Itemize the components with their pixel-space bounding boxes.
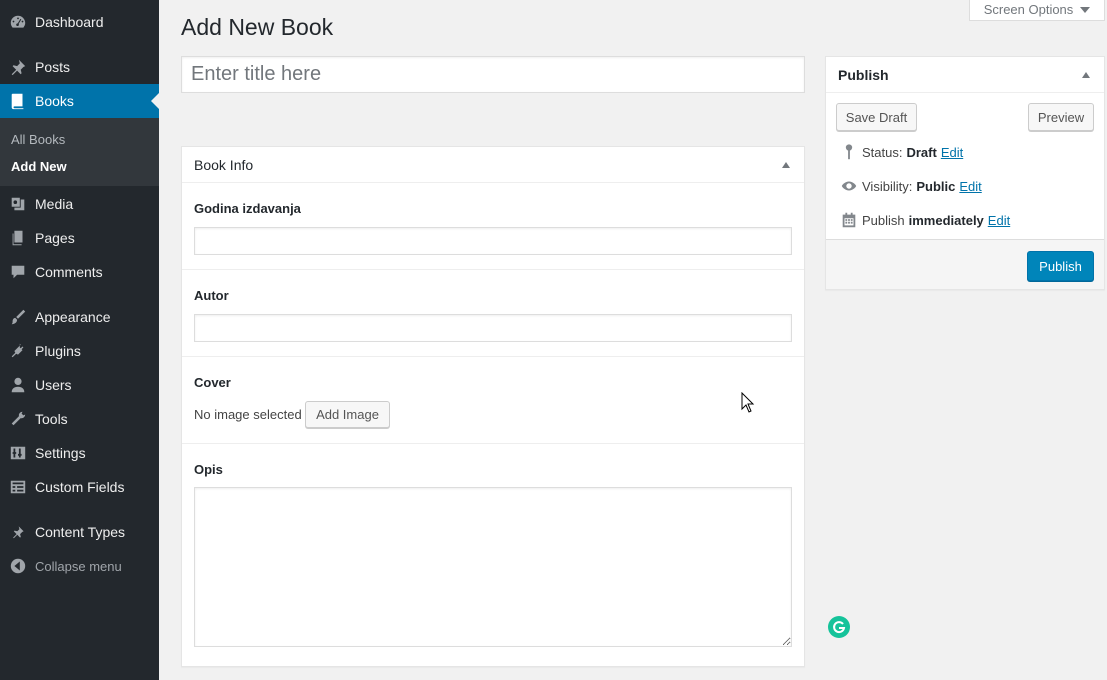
book-info-heading: Book Info bbox=[194, 156, 254, 173]
pin-icon bbox=[0, 515, 35, 549]
toggle-panel-icon[interactable] bbox=[1082, 72, 1090, 78]
preview-button[interactable]: Preview bbox=[1028, 103, 1094, 131]
caret-down-icon bbox=[1080, 6, 1091, 13]
schedule-row: Publish immediately Edit bbox=[836, 211, 1010, 229]
visibility-value: Public bbox=[916, 178, 956, 194]
field-cover: Cover No image selected Add Image bbox=[182, 357, 804, 444]
opis-textarea[interactable] bbox=[194, 487, 792, 647]
mouse-cursor-icon bbox=[741, 392, 755, 413]
menu-label-appearance: Appearance bbox=[35, 309, 111, 325]
add-image-button[interactable]: Add Image bbox=[305, 401, 390, 428]
no-image-text: No image selected bbox=[194, 407, 302, 422]
visibility-row: Visibility: Public Edit bbox=[836, 177, 982, 195]
book-info-header[interactable]: Book Info bbox=[182, 147, 804, 183]
field-autor: Autor bbox=[182, 270, 804, 357]
status-row: Status: Draft Edit bbox=[836, 143, 963, 161]
menu-label-pages: Pages bbox=[35, 230, 75, 246]
screen-options-toggle[interactable]: Screen Options bbox=[969, 0, 1105, 21]
books-submenu: All Books Add New bbox=[0, 118, 159, 186]
edit-status-link[interactable]: Edit bbox=[941, 145, 963, 160]
edit-schedule-link[interactable]: Edit bbox=[988, 213, 1010, 228]
collapse-menu-label: Collapse menu bbox=[35, 558, 122, 574]
submenu-add-new[interactable]: Add New bbox=[11, 159, 67, 174]
menu-label-content-types: Content Types bbox=[35, 524, 126, 540]
pages-icon bbox=[0, 221, 35, 255]
dashboard-icon bbox=[0, 5, 35, 39]
menu-label-dashboard: Dashboard bbox=[35, 14, 104, 30]
table-icon bbox=[0, 470, 35, 504]
wrench-icon bbox=[0, 402, 35, 436]
publish-metabox: Publish Save Draft Preview Status: Draft… bbox=[825, 56, 1105, 290]
field-label: Cover bbox=[194, 375, 231, 390]
grammarly-icon[interactable] bbox=[828, 616, 850, 638]
page-title: Add New Book bbox=[181, 14, 334, 40]
admin-sidebar: Dashboard Posts Books All Books Add New … bbox=[0, 0, 159, 680]
field-opis: Opis bbox=[182, 444, 804, 666]
menu-item-dashboard[interactable]: Dashboard bbox=[0, 5, 159, 39]
submenu-all-books[interactable]: All Books bbox=[11, 132, 65, 147]
plug-icon bbox=[0, 334, 35, 368]
toggle-panel-icon[interactable] bbox=[782, 162, 790, 168]
schedule-label: Publish bbox=[862, 212, 905, 228]
settings-icon bbox=[0, 436, 35, 470]
autor-input[interactable] bbox=[194, 314, 792, 342]
menu-label-users: Users bbox=[35, 377, 72, 393]
menu-item-posts[interactable]: Posts bbox=[0, 50, 159, 84]
menu-item-media[interactable]: Media bbox=[0, 187, 159, 221]
save-draft-button[interactable]: Save Draft bbox=[836, 103, 917, 131]
brush-icon bbox=[0, 300, 35, 334]
collapse-arrow-icon bbox=[0, 549, 35, 583]
field-godina-izdavanja: Godina izdavanja bbox=[182, 184, 804, 270]
status-label: Status: bbox=[862, 144, 903, 160]
calendar-icon bbox=[836, 211, 862, 229]
field-label: Godina izdavanja bbox=[194, 201, 301, 216]
field-label: Autor bbox=[194, 288, 229, 303]
visibility-label: Visibility: bbox=[862, 178, 913, 194]
menu-item-users[interactable]: Users bbox=[0, 368, 159, 402]
media-icon bbox=[0, 187, 35, 221]
menu-label-plugins: Plugins bbox=[35, 343, 81, 359]
key-icon bbox=[836, 143, 862, 161]
menu-item-appearance[interactable]: Appearance bbox=[0, 300, 159, 334]
menu-item-pages[interactable]: Pages bbox=[0, 221, 159, 255]
menu-label-books: Books bbox=[35, 93, 74, 109]
menu-item-settings[interactable]: Settings bbox=[0, 436, 159, 470]
menu-item-custom-fields[interactable]: Custom Fields bbox=[0, 470, 159, 504]
title-input[interactable] bbox=[181, 56, 805, 93]
book-icon bbox=[0, 84, 35, 118]
menu-label-settings: Settings bbox=[35, 445, 86, 461]
menu-item-plugins[interactable]: Plugins bbox=[0, 334, 159, 368]
menu-label-media: Media bbox=[35, 196, 74, 212]
publishing-actions: Publish bbox=[826, 239, 1104, 289]
eye-icon bbox=[836, 177, 862, 195]
edit-visibility-link[interactable]: Edit bbox=[959, 179, 981, 194]
book-info-metabox: Book Info Godina izdavanja Autor Cover N… bbox=[181, 146, 805, 667]
menu-item-comments[interactable]: Comments bbox=[0, 255, 159, 289]
publish-button[interactable]: Publish bbox=[1027, 251, 1094, 281]
screen-options-label: Screen Options bbox=[983, 2, 1074, 17]
menu-item-tools[interactable]: Tools bbox=[0, 402, 159, 436]
menu-label-custom-fields: Custom Fields bbox=[35, 479, 125, 495]
pin-icon bbox=[0, 50, 35, 84]
menu-item-books[interactable]: Books bbox=[0, 84, 159, 118]
menu-item-content-types[interactable]: Content Types bbox=[0, 515, 159, 549]
menu-label-comments: Comments bbox=[35, 264, 103, 280]
godina-izdavanja-input[interactable] bbox=[194, 227, 792, 255]
status-value: Draft bbox=[906, 144, 937, 160]
menu-label-tools: Tools bbox=[35, 411, 68, 427]
field-label: Opis bbox=[194, 462, 223, 477]
publish-header[interactable]: Publish bbox=[826, 57, 1104, 93]
menu-label-posts: Posts bbox=[35, 59, 71, 75]
comment-icon bbox=[0, 255, 35, 289]
publish-heading: Publish bbox=[838, 66, 889, 83]
collapse-menu-button[interactable]: Collapse menu bbox=[0, 549, 159, 583]
user-icon bbox=[0, 368, 35, 402]
schedule-value: immediately bbox=[908, 212, 984, 228]
